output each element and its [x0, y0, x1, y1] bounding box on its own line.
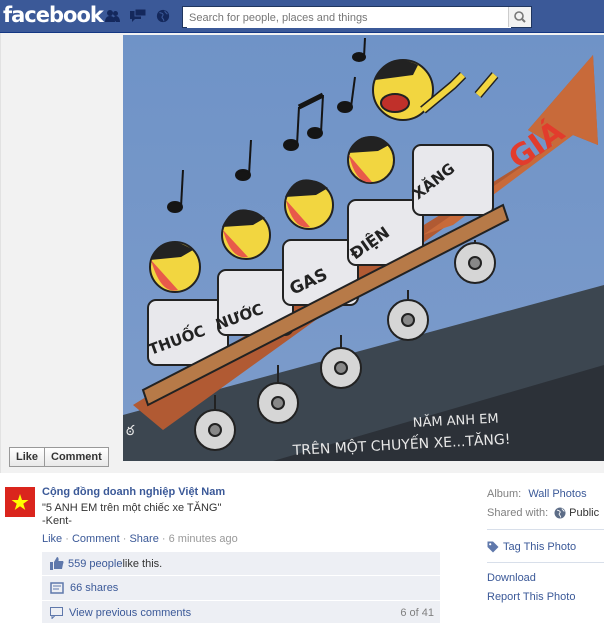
share-icon [50, 582, 64, 594]
top-bar: facebook [0, 0, 604, 33]
comment-button[interactable]: Comment [45, 447, 109, 467]
page-name-link[interactable]: Cộng đồng doanh nghiệp Việt Nam [42, 486, 225, 498]
tag-this-photo-link[interactable]: Tag This Photo [503, 541, 576, 553]
sidebar-divider [487, 529, 604, 530]
album-label: Album: [487, 488, 522, 500]
messages-icon[interactable] [130, 9, 146, 23]
tag-icon [487, 541, 499, 553]
cartoon-photo[interactable]: GIÁ THUỐC NƯỚC GAS ĐIỆN XĂNG NĂM ANH EM … [123, 35, 604, 461]
likes-suffix: like this. [122, 557, 163, 570]
privacy-selector[interactable]: Public [569, 507, 599, 519]
report-row: Report This Photo [487, 591, 575, 603]
timestamp[interactable]: 6 minutes ago [169, 533, 238, 545]
comment-link[interactable]: Comment [72, 533, 120, 545]
likes-count-link[interactable]: 559 people [68, 558, 122, 570]
search-box [182, 6, 532, 28]
download-link[interactable]: Download [487, 572, 536, 584]
tag-photo-row: Tag This Photo [487, 541, 576, 553]
vietnam-flag-avatar[interactable] [5, 487, 35, 517]
search-button[interactable] [508, 7, 531, 27]
download-row: Download [487, 572, 536, 584]
post-actions: Like · Comment · Share · 6 minutes ago [42, 533, 238, 545]
facebook-logo[interactable]: facebook [3, 3, 104, 27]
artist-signature: ఠ [126, 423, 135, 439]
shared-with-label: Shared with: [487, 507, 549, 519]
likes-row: 559 people like this. [42, 552, 440, 575]
notifications-globe-icon[interactable] [155, 9, 171, 23]
shares-link[interactable]: 66 shares [70, 582, 118, 594]
search-input[interactable] [187, 8, 511, 28]
friend-requests-icon[interactable] [104, 9, 120, 23]
photo-caption: "5 ANH EM trên một chiếc xe TĂNG" -Kent- [42, 502, 221, 528]
report-photo-link[interactable]: Report This Photo [487, 591, 575, 603]
thumbs-up-icon [50, 557, 64, 570]
sidebar-divider [487, 562, 604, 563]
like-link[interactable]: Like [42, 533, 62, 545]
search-icon [514, 11, 526, 23]
view-previous-comments-link[interactable]: View previous comments [69, 607, 191, 619]
separator: · [122, 533, 127, 545]
globe-icon [554, 507, 566, 519]
share-link[interactable]: Share [129, 533, 158, 545]
comment-bubble-icon [50, 607, 63, 619]
album-link[interactable]: Wall Photos [528, 488, 586, 500]
caption-line-2: -Kent- [42, 515, 72, 527]
album-row: Album: Wall Photos [487, 488, 587, 500]
photo-like-bar: Like Comment [9, 447, 109, 467]
separator: · [161, 533, 166, 545]
like-button[interactable]: Like [9, 447, 46, 467]
comment-pager: 6 of 41 [400, 607, 434, 619]
view-previous-row: View previous comments 6 of 41 [42, 601, 440, 623]
caption-line-1: "5 ANH EM trên một chiếc xe TĂNG" [42, 502, 222, 514]
shared-with-row: Shared with: Public [487, 507, 599, 519]
separator: · [65, 533, 69, 545]
shares-row: 66 shares [42, 576, 440, 600]
